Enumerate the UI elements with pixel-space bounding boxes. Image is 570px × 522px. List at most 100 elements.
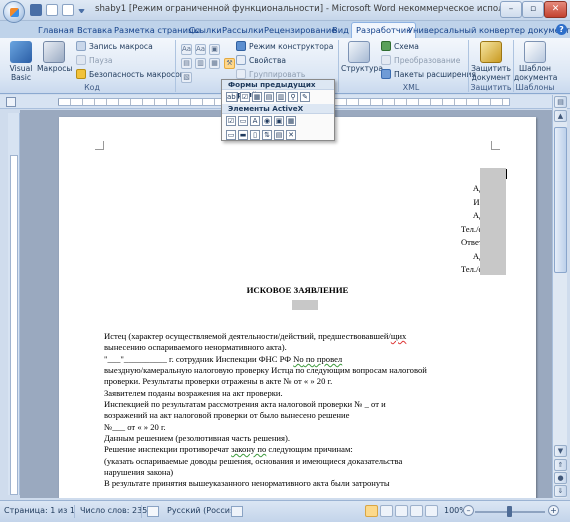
dropdown-list-control-icon[interactable]: ▥	[195, 58, 206, 69]
building-block-control-icon[interactable]: ▧	[181, 72, 192, 83]
field-placeholder[interactable]	[480, 168, 506, 275]
transform-button[interactable]: Преобразование	[381, 55, 460, 65]
activex-scrollbar-icon[interactable]: ▤	[274, 130, 284, 140]
legacy-tools-icon[interactable]: ⚒	[224, 58, 235, 69]
record-macro-button[interactable]: Запись макроса	[76, 41, 153, 51]
frame-icon[interactable]: ▤	[264, 92, 274, 102]
draft-view-icon[interactable]	[425, 505, 438, 517]
activex-spin-button-icon[interactable]: ⇅	[262, 130, 272, 140]
undo-icon[interactable]	[46, 4, 58, 16]
tab-insert[interactable]: Вставка	[77, 23, 112, 38]
help-icon[interactable]: ?	[556, 24, 567, 35]
word-count[interactable]: Число слов: 235	[80, 506, 147, 515]
save-icon[interactable]	[30, 4, 42, 16]
table-icon[interactable]: ▥	[276, 92, 286, 102]
vertical-scrollbar[interactable]: ▤ ▲ ▼ ⇑ ● ⇓	[552, 95, 567, 498]
combo-box-control-icon[interactable]: ▤	[181, 58, 192, 69]
paragraph: В результате принятия вышеуказанного нен…	[104, 478, 390, 488]
record-macro-icon	[76, 41, 86, 51]
paragraph: Истец (характер осуществляемой деятельно…	[104, 331, 407, 341]
full-screen-reading-icon[interactable]	[380, 505, 393, 517]
design-mode-button[interactable]: Режим конструктора	[236, 41, 333, 51]
activex-checkbox-icon[interactable]: ☑	[226, 116, 236, 126]
document-page[interactable]: В Адрес: Истец: Адрес: Тел./факс: Ответч…	[59, 117, 536, 498]
plain-text-control-icon[interactable]: Aa	[195, 44, 206, 55]
zoom-slider-thumb[interactable]	[507, 506, 512, 517]
language[interactable]: Русский (Россия)	[167, 506, 238, 515]
macro-record-icon[interactable]	[231, 506, 243, 517]
pause-button[interactable]: Пауза	[76, 55, 113, 65]
activex-combobox-icon[interactable]: ▭	[226, 130, 236, 140]
pause-icon	[76, 55, 86, 65]
date-picker-control-icon[interactable]: ▦	[209, 58, 220, 69]
ruler-toggle-icon[interactable]: ▤	[554, 96, 567, 108]
warning-icon	[76, 69, 86, 79]
activex-more-controls-icon[interactable]: ✕	[286, 130, 296, 140]
rich-text-control-icon[interactable]: Aa	[181, 44, 192, 55]
qat-dropdown-icon[interactable]	[78, 9, 85, 13]
web-layout-icon[interactable]	[395, 505, 408, 517]
activex-row-2: ▭ ▬ ▯ ⇅ ▤ ✕	[222, 128, 334, 142]
close-button[interactable]: ✕	[544, 1, 567, 18]
spelling-check-icon[interactable]	[147, 506, 159, 517]
tab-references[interactable]: Ссылки	[189, 23, 222, 38]
scroll-thumb[interactable]	[554, 127, 567, 273]
tab-review[interactable]: Рецензирование	[264, 23, 336, 38]
schema-button[interactable]: Схема	[381, 41, 419, 51]
document-template-button[interactable]: Шаблон документа	[514, 41, 557, 82]
reset-fields-icon[interactable]: ✎	[300, 92, 310, 102]
activex-label-icon[interactable]: A	[250, 116, 260, 126]
tab-developer[interactable]: Разработчик	[351, 22, 417, 39]
expansion-packs-button[interactable]: Пакеты расширения	[381, 69, 476, 79]
page-count[interactable]: Страница: 1 из 1	[4, 506, 75, 515]
tab-view[interactable]: Вид	[332, 23, 349, 38]
properties-button[interactable]: Свойства	[236, 55, 286, 65]
legacy-forms-header: Формы предыдущих версий	[222, 80, 334, 99]
next-page-icon[interactable]: ⇓	[554, 485, 567, 497]
text-field-icon[interactable]: ab|	[226, 92, 238, 102]
macros-icon	[43, 41, 65, 63]
macro-security-button[interactable]: Безопасность макросов	[76, 69, 184, 79]
checkbox-icon[interactable]: ☑	[240, 92, 250, 102]
select-browse-object-icon[interactable]: ●	[554, 472, 567, 484]
activex-image-icon[interactable]: ▣	[274, 116, 284, 126]
group-button[interactable]: Группировать	[236, 69, 305, 79]
protect-document-button[interactable]: Защитить документ	[470, 41, 512, 82]
tab-selector[interactable]	[6, 97, 16, 107]
paragraph: проверки. Результаты проверки отражены в…	[104, 376, 333, 386]
tab-mailings[interactable]: Рассылки	[222, 23, 263, 38]
scroll-down-icon[interactable]: ▼	[554, 445, 567, 457]
macros-button[interactable]: Макросы	[37, 41, 72, 74]
maximize-button[interactable]: ▫	[522, 1, 544, 18]
ruler-strip	[10, 155, 18, 495]
picture-control-icon[interactable]: ▣	[209, 44, 220, 55]
tab-universal-converter[interactable]: Универсальный конвертер документов	[408, 23, 570, 38]
vertical-ruler[interactable]	[8, 113, 20, 495]
zoom-in-icon[interactable]: +	[548, 505, 559, 516]
group-icon	[236, 69, 246, 79]
tab-page-layout[interactable]: Разметка страницы	[114, 23, 200, 38]
outline-view-icon[interactable]	[410, 505, 423, 517]
ribbon-separator	[468, 40, 469, 92]
combo-box-icon[interactable]: ▦	[252, 92, 262, 102]
zoom-out-icon[interactable]: –	[463, 505, 474, 516]
activex-toggle-button-icon[interactable]: ▯	[250, 130, 260, 140]
tab-home[interactable]: Главная	[38, 23, 74, 38]
activex-textbox-icon[interactable]: ▭	[238, 116, 248, 126]
shading-icon[interactable]: ⚲	[288, 92, 298, 102]
field-placeholder[interactable]	[292, 300, 318, 310]
print-layout-icon[interactable]	[365, 505, 378, 517]
previous-page-icon[interactable]: ⇑	[554, 459, 567, 471]
activex-option-button-icon[interactable]: ◉	[262, 116, 272, 126]
group-label-xml: XML	[402, 83, 420, 92]
minimize-button[interactable]: –	[500, 1, 522, 18]
activex-command-button-icon[interactable]: ▬	[238, 130, 248, 140]
text-cursor	[506, 169, 507, 179]
ribbon-separator	[338, 40, 339, 92]
activex-listbox-icon[interactable]: ▦	[286, 116, 296, 126]
structure-button[interactable]: Структура	[341, 41, 383, 74]
office-button[interactable]	[3, 1, 25, 23]
scroll-up-icon[interactable]: ▲	[554, 110, 567, 122]
redo-icon[interactable]	[62, 4, 74, 16]
visual-basic-button[interactable]: Visual Basic	[4, 41, 38, 82]
